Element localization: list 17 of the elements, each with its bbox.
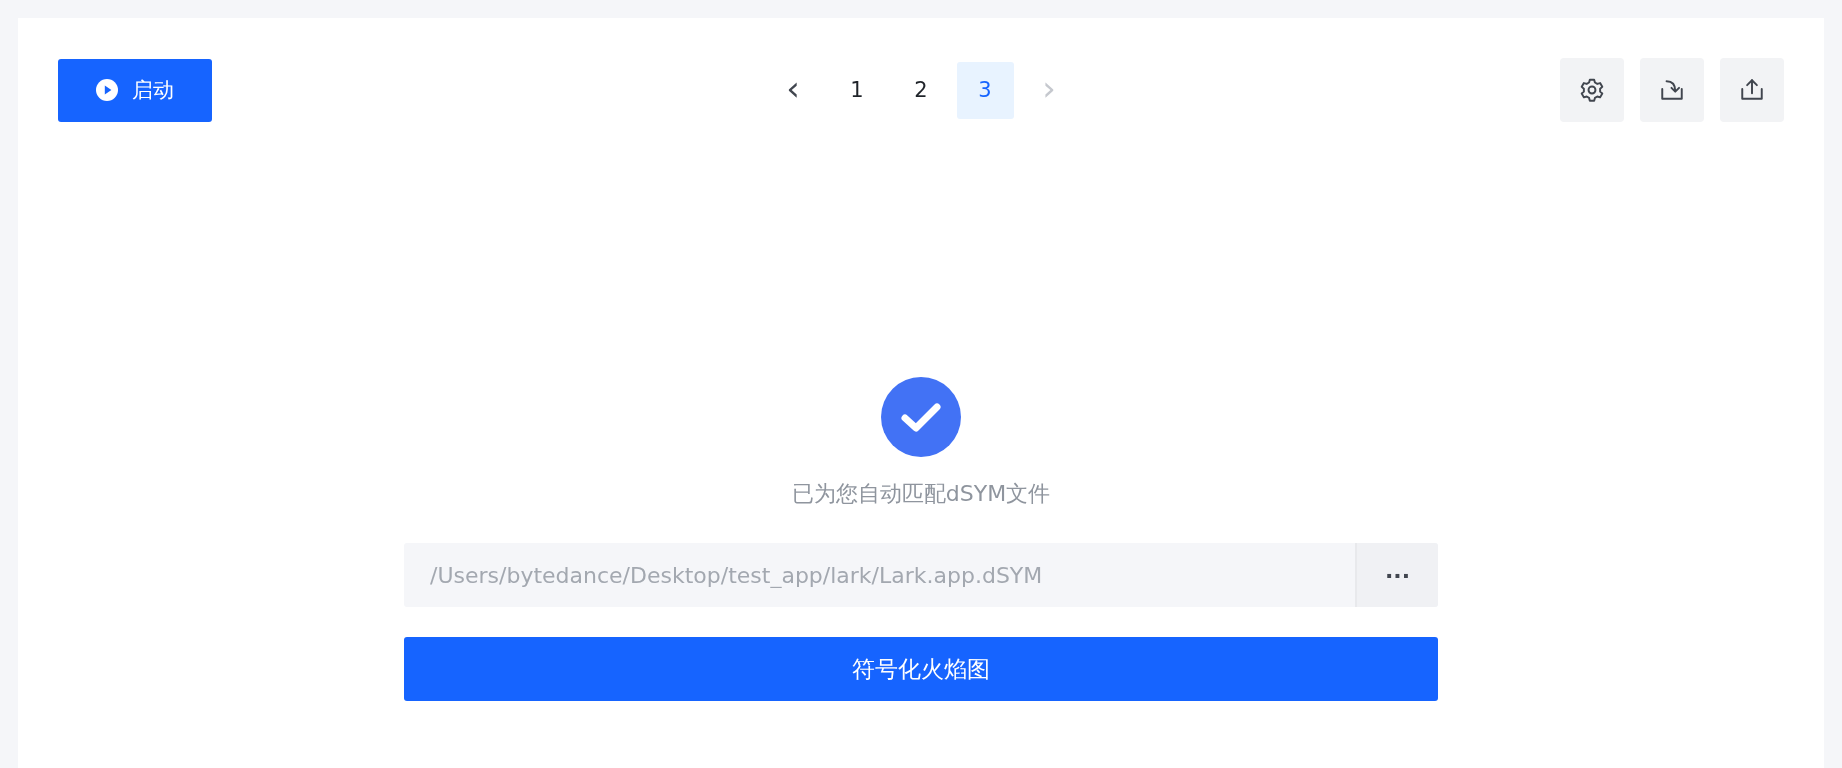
- page-button[interactable]: 3: [956, 61, 1014, 119]
- settings-icon: [1579, 77, 1605, 103]
- status-message: 已为您自动匹配dSYM文件: [791, 480, 1051, 508]
- tray-arrow-icon: [1659, 77, 1685, 103]
- previous-page-button[interactable]: ‹: [764, 61, 822, 119]
- browse-button[interactable]: ···: [1355, 543, 1438, 607]
- import-button[interactable]: [1640, 58, 1704, 122]
- success-check-icon: [881, 377, 961, 457]
- path-field[interactable]: /Users/bytedance/Desktop/test_app/lark/Lark.app.dSYM ···: [404, 543, 1438, 607]
- start-button[interactable]: 启动: [58, 58, 212, 122]
- symbolize-button[interactable]: 符号化火焰图: [404, 637, 1438, 701]
- page-button[interactable]: 2: [892, 61, 950, 119]
- share-icon: [1739, 77, 1765, 103]
- page-button[interactable]: 1: [828, 61, 886, 119]
- play-icon: [96, 79, 118, 101]
- export-button[interactable]: [1720, 58, 1784, 122]
- settings-button[interactable]: [1560, 58, 1624, 122]
